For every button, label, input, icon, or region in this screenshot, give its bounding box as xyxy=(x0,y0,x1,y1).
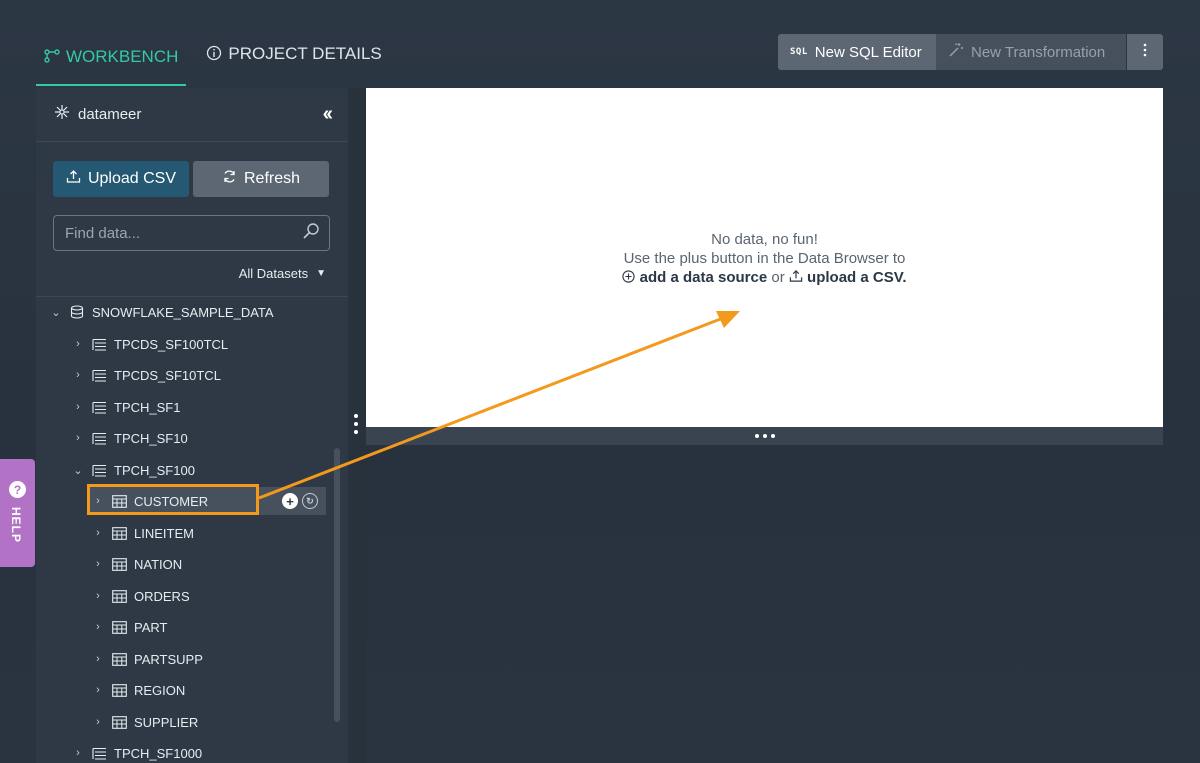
annotation-arrow-icon xyxy=(258,311,740,500)
